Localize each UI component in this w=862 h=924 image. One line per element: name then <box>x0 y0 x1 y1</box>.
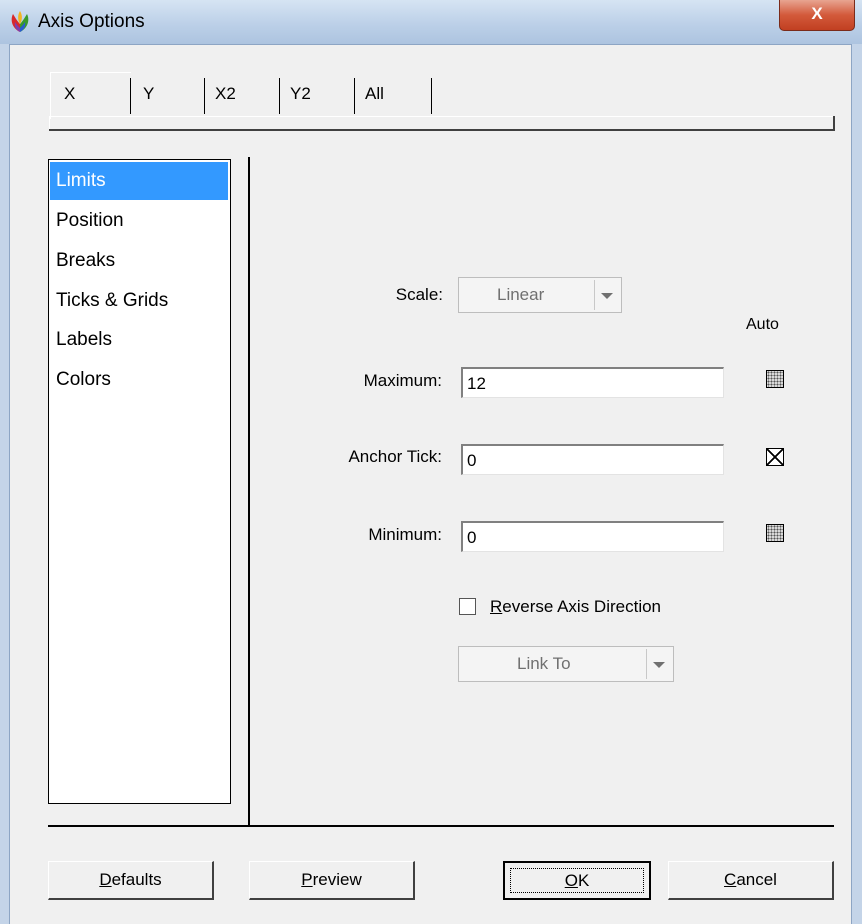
tab-x2-label: X2 <box>215 84 236 103</box>
window-frame-right <box>851 44 862 924</box>
horizontal-divider <box>48 825 834 827</box>
scale-dropdown[interactable]: Linear <box>458 277 622 313</box>
maximum-field[interactable]: 12 <box>461 367 724 398</box>
tab-separator <box>279 78 280 114</box>
list-item-breaks[interactable]: Breaks <box>50 242 228 280</box>
reverse-axis-label[interactable]: Reverse Axis Direction <box>490 597 661 617</box>
reverse-axis-checkbox[interactable] <box>459 598 476 615</box>
link-to-dropdown[interactable]: Link To <box>458 646 674 682</box>
close-button[interactable]: X <box>779 0 855 31</box>
reverse-label-text: everse Axis Direction <box>502 597 662 616</box>
minimum-field[interactable]: 0 <box>461 521 724 552</box>
anchor-tick-label: Anchor Tick: <box>348 447 442 466</box>
tab-x[interactable]: X <box>50 78 130 116</box>
app-icon <box>11 11 29 32</box>
tab-strip-shadow <box>49 129 835 131</box>
tab-y-label: Y <box>143 84 155 103</box>
tab-separator <box>130 78 131 114</box>
ok-mnemonic: O <box>564 871 578 890</box>
link-to-value: Link To <box>517 654 571 673</box>
list-item-colors[interactable]: Colors <box>50 361 228 399</box>
list-item-limits[interactable]: Limits <box>50 162 228 200</box>
close-icon: X <box>811 4 823 23</box>
cancel-button[interactable]: Cancel <box>668 861 834 900</box>
tab-strip-highlight <box>49 116 835 117</box>
list-item-ticks-grids[interactable]: Ticks & Grids <box>50 282 228 320</box>
window-frame-left-edge <box>9 44 10 924</box>
minimum-auto-checkbox[interactable] <box>766 524 784 542</box>
defaults-mnemonic: D <box>99 870 112 889</box>
tab-x2[interactable]: X2 <box>204 78 279 116</box>
minimum-label: Minimum: <box>368 525 442 544</box>
tab-all[interactable]: All <box>354 78 432 116</box>
cancel-label: ancel <box>736 870 777 889</box>
preview-button[interactable]: Preview <box>249 861 415 900</box>
maximum-label: Maximum: <box>363 371 442 390</box>
window-frame-right-edge <box>851 44 852 924</box>
chevron-down-icon[interactable] <box>646 649 671 679</box>
tab-separator <box>354 78 355 114</box>
scale-label: Scale: <box>395 285 443 304</box>
preview-mnemonic: P <box>301 870 313 889</box>
tab-all-label: All <box>365 84 384 103</box>
anchor-tick-auto-checkbox[interactable] <box>766 448 784 466</box>
window-title: Axis Options <box>38 11 145 32</box>
vertical-divider <box>248 157 250 827</box>
scale-value: Linear <box>497 285 545 304</box>
tab-y2-label: Y2 <box>290 84 311 103</box>
list-item-labels[interactable]: Labels <box>50 321 228 359</box>
tab-separator <box>204 78 205 114</box>
list-item-position[interactable]: Position <box>50 202 228 240</box>
chevron-down-icon[interactable] <box>594 280 619 310</box>
cancel-mnemonic: C <box>724 870 737 889</box>
maximum-auto-checkbox[interactable] <box>766 370 784 388</box>
preview-label: review <box>312 870 362 889</box>
tab-y[interactable]: Y <box>130 78 204 116</box>
anchor-tick-field[interactable]: 0 <box>461 444 724 475</box>
ok-label: K <box>577 871 590 890</box>
defaults-button[interactable]: Defaults <box>48 861 214 900</box>
tab-separator <box>431 78 432 114</box>
reverse-mnemonic: R <box>490 597 503 616</box>
tab-y2[interactable]: Y2 <box>279 78 354 116</box>
auto-header: Auto <box>746 316 779 333</box>
ok-button[interactable]: OK <box>503 861 651 900</box>
tab-x-label: X <box>64 84 76 103</box>
defaults-label: efaults <box>111 870 162 889</box>
